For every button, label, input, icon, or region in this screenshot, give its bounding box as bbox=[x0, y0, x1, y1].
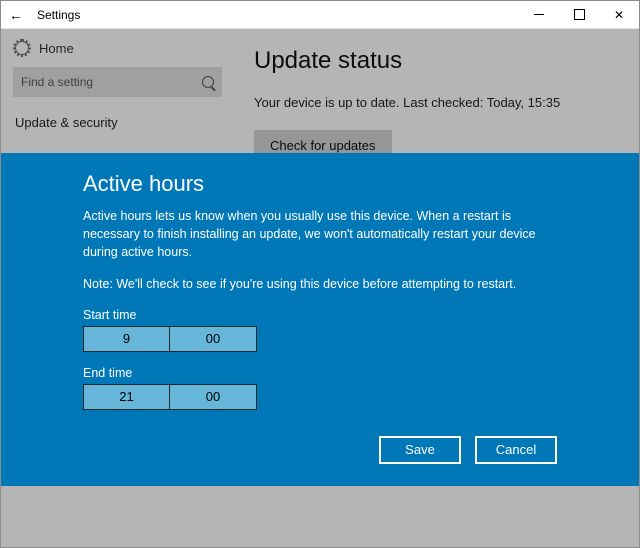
end-time-picker[interactable]: 21 00 bbox=[83, 384, 557, 410]
search-input[interactable]: Find a setting bbox=[13, 67, 222, 97]
start-time-picker[interactable]: 9 00 bbox=[83, 326, 557, 352]
dialog-note: Note: We'll check to see if you're using… bbox=[83, 275, 557, 293]
start-time-label: Start time bbox=[83, 308, 557, 322]
end-minute-cell[interactable]: 00 bbox=[170, 384, 257, 410]
search-icon bbox=[202, 76, 214, 88]
dialog-title: Active hours bbox=[83, 171, 557, 197]
search-placeholder: Find a setting bbox=[21, 75, 93, 89]
gear-icon bbox=[15, 41, 29, 55]
close-button[interactable]: ✕ bbox=[599, 1, 639, 29]
start-minute-cell[interactable]: 00 bbox=[170, 326, 257, 352]
start-hour-cell[interactable]: 9 bbox=[83, 326, 170, 352]
update-status-text: Your device is up to date. Last checked:… bbox=[254, 95, 619, 110]
dialog-buttons: Save Cancel bbox=[83, 436, 557, 464]
titlebar: ← Settings ✕ bbox=[1, 1, 639, 29]
end-time-label: End time bbox=[83, 366, 557, 380]
maximize-button[interactable] bbox=[559, 1, 599, 29]
active-hours-dialog: Active hours Active hours lets us know w… bbox=[1, 153, 639, 486]
save-button[interactable]: Save bbox=[379, 436, 461, 464]
dialog-description: Active hours lets us know when you usual… bbox=[83, 207, 557, 261]
home-label: Home bbox=[39, 41, 74, 56]
page-heading: Update status bbox=[254, 47, 619, 75]
home-nav[interactable]: Home bbox=[1, 29, 234, 67]
arrow-left-icon: ← bbox=[9, 7, 23, 23]
minimize-button[interactable] bbox=[519, 1, 559, 29]
window-title: Settings bbox=[31, 8, 80, 22]
window-controls: ✕ bbox=[519, 1, 639, 29]
cancel-button[interactable]: Cancel bbox=[475, 436, 557, 464]
end-hour-cell[interactable]: 21 bbox=[83, 384, 170, 410]
back-button[interactable]: ← bbox=[1, 7, 31, 23]
nav-update-security[interactable]: Update & security bbox=[1, 107, 234, 138]
